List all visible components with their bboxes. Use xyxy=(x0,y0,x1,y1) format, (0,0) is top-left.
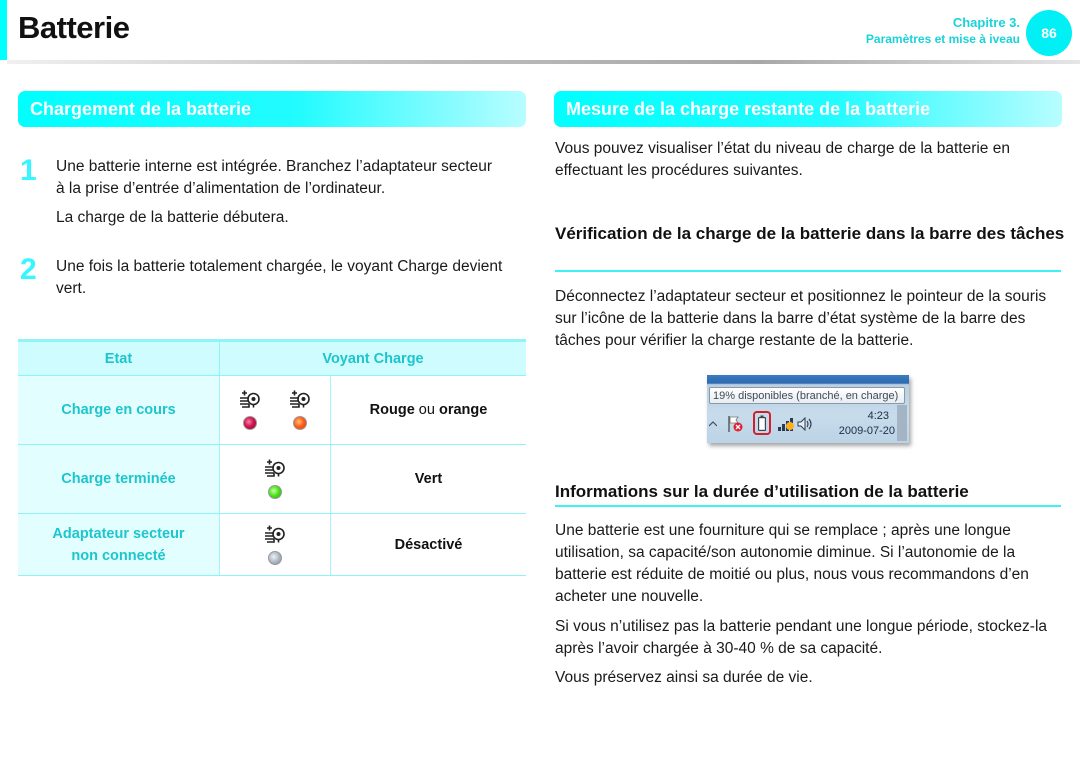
table-row: Adaptateur secteur non connecté Désactiv… xyxy=(18,513,526,576)
subheading-battery-life: Informations sur la durée d’utilisation … xyxy=(555,482,969,501)
clock-time: 4:23 xyxy=(867,410,889,422)
state-line: non connecté xyxy=(71,547,166,564)
state-line: Adaptateur secteur xyxy=(52,525,185,542)
section-banner-measure: Mesure de la charge restante de la batte… xyxy=(554,91,1062,127)
storage-advice-paragraph: Si vous n’utilisez pas la batterie penda… xyxy=(555,618,1048,657)
accent-bar xyxy=(0,0,7,60)
table-row: Charge en cours Rouge ou orange xyxy=(18,375,526,445)
table-header-state: Etat xyxy=(18,339,220,376)
clock-date: 2009-07-20 xyxy=(838,425,895,437)
color-off: Désactivé xyxy=(394,536,463,553)
color-or: ou xyxy=(414,402,439,418)
subheading-taskbar-check: Vérification de la charge de la batterie… xyxy=(555,224,1065,243)
step-number: 1 xyxy=(20,154,37,187)
led-off-icon xyxy=(268,550,282,565)
battery-tooltip: 19% disponibles (branché, en charge) xyxy=(709,387,905,404)
color-orange: orange xyxy=(438,402,488,418)
network-signal-icon xyxy=(778,418,794,431)
show-desktop-strip xyxy=(897,405,907,441)
subheading-rule xyxy=(555,270,1061,272)
page-number-badge: 86 xyxy=(1026,10,1072,56)
led-cell xyxy=(219,513,331,576)
state-cell: Charge terminée xyxy=(18,444,220,514)
state-cell: Charge en cours xyxy=(18,375,220,445)
charge-indicator-icon xyxy=(264,459,286,479)
header-divider xyxy=(7,60,1080,64)
color-green: Vert xyxy=(414,471,443,487)
lifespan-note: Vous préservez ainsi sa durée de vie. xyxy=(555,669,813,686)
led-cell xyxy=(219,444,331,514)
color-cell: Vert xyxy=(330,444,526,514)
volume-icon xyxy=(797,417,812,431)
battery-icon xyxy=(758,415,766,431)
step-note: La charge de la batterie débutera. xyxy=(56,209,289,226)
step-text: Une fois la batterie totalement chargée,… xyxy=(56,258,503,297)
intro-text: Vous pouvez visualiser l’état du niveau … xyxy=(555,140,1010,179)
page-title: Batterie xyxy=(18,10,130,45)
action-center-flag-icon xyxy=(728,416,743,432)
taskbar-instructions: Déconnectez l’adaptateur secteur et posi… xyxy=(555,288,1047,349)
charge-indicator-icon xyxy=(289,390,311,410)
color-cell: Rouge ou orange xyxy=(330,375,526,445)
color-red: Rouge xyxy=(369,402,415,418)
chapter-name: Paramètres et mise à iveau xyxy=(865,32,1020,46)
chapter-heading: Chapitre 3. Paramètres et mise à iveau xyxy=(866,14,1020,48)
battery-life-paragraph: Une batterie est une fourniture qui se r… xyxy=(555,522,1029,605)
state-cell: Adaptateur secteur non connecté xyxy=(18,513,220,576)
subheading-rule xyxy=(555,505,1061,507)
table-header-led: Voyant Charge xyxy=(219,339,526,376)
led-green-icon xyxy=(268,485,282,499)
show-hidden-icons-arrow-icon xyxy=(709,421,717,427)
charge-indicator-icon xyxy=(264,525,286,545)
section-banner-charging: Chargement de la batterie xyxy=(18,91,526,127)
taskbar-screenshot: 19% disponibles (branché, en charge) 4:2… xyxy=(707,375,909,443)
led-orange-icon xyxy=(293,416,308,430)
chapter-label: Chapitre 3. xyxy=(952,15,1020,30)
charge-status-table: Etat Voyant Charge Charge en cours Rouge… xyxy=(18,339,526,576)
led-red-icon xyxy=(242,416,257,430)
charge-indicator-icon xyxy=(239,390,261,410)
led-cell xyxy=(219,375,331,445)
table-row: Charge terminée Vert xyxy=(18,444,526,514)
step-number: 2 xyxy=(20,253,37,286)
tray-clock: 4:23 2009-07-20 xyxy=(839,409,895,439)
step-text: Une batterie interne est intégrée. Branc… xyxy=(56,158,492,197)
color-cell: Désactivé xyxy=(330,513,526,576)
